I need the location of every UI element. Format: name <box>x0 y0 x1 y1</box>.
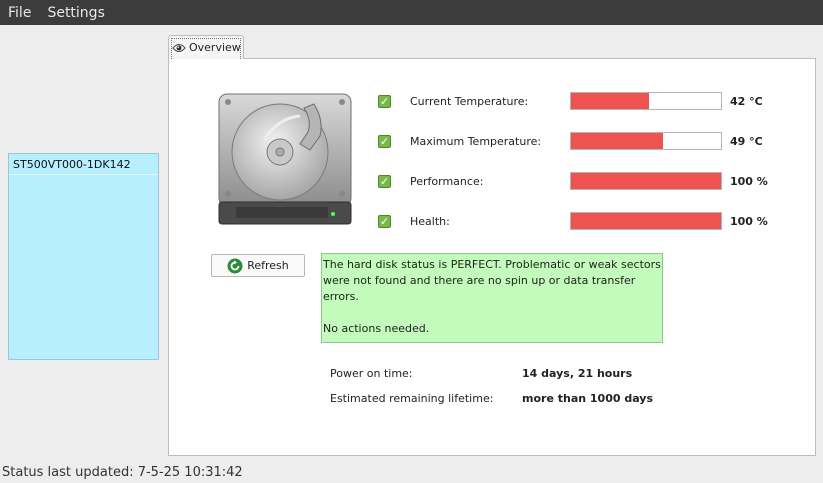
status-message-text: The hard disk status is PERFECT. Problem… <box>323 258 661 303</box>
current-temperature-bar <box>570 92 722 110</box>
status-message-box: The hard disk status is PERFECT. Problem… <box>321 253 663 343</box>
check-icon: ✓ <box>378 214 391 228</box>
lifetime-label: Estimated remaining lifetime: <box>330 392 494 405</box>
check-icon: ✓ <box>378 134 391 148</box>
refresh-label: Refresh <box>247 259 289 272</box>
tab-overview[interactable]: Overview <box>168 35 244 59</box>
menu-settings[interactable]: Settings <box>39 5 112 21</box>
device-list[interactable]: ST500VT000-1DK142 <box>8 153 159 360</box>
refresh-button[interactable]: Refresh <box>211 254 305 277</box>
metric-value: 100 % <box>730 174 768 188</box>
metric-label: Health: <box>410 214 450 228</box>
statusbar: Status last updated: 7-5-25 10:31:42 <box>0 461 823 483</box>
metric-current-temperature: ✓ Current Temperature: 42 °C <box>378 91 763 111</box>
check-icon: ✓ <box>378 174 391 188</box>
maximum-temperature-bar <box>570 132 722 150</box>
metric-value: 42 °C <box>730 94 763 108</box>
health-bar <box>570 212 722 230</box>
menu-file[interactable]: File <box>0 5 39 21</box>
device-list-item[interactable]: ST500VT000-1DK142 <box>9 154 158 175</box>
metric-performance: ✓ Performance: 100 % <box>378 171 768 191</box>
metric-value: 49 °C <box>730 134 763 148</box>
eye-icon <box>172 42 186 54</box>
metric-label: Performance: <box>410 174 484 188</box>
hard-disk-icon <box>216 90 354 226</box>
refresh-icon <box>227 258 243 274</box>
check-icon: ✓ <box>378 94 391 108</box>
metric-label: Current Temperature: <box>410 94 529 108</box>
lifetime-value: more than 1000 days <box>522 392 654 405</box>
tab-overview-label: Overview <box>189 41 241 54</box>
status-updated-text: Status last updated: 7-5-25 10:31:42 <box>2 464 243 480</box>
power-on-value: 14 days, 21 hours <box>522 367 633 380</box>
menubar: File Settings <box>0 0 823 25</box>
power-on-label: Power on time: <box>330 367 413 380</box>
performance-bar <box>570 172 722 190</box>
metric-maximum-temperature: ✓ Maximum Temperature: 49 °C <box>378 131 763 151</box>
metric-value: 100 % <box>730 214 768 228</box>
metric-health: ✓ Health: 100 % <box>378 211 768 231</box>
metric-label: Maximum Temperature: <box>410 134 542 148</box>
status-action-text: No actions needed. <box>323 322 430 335</box>
